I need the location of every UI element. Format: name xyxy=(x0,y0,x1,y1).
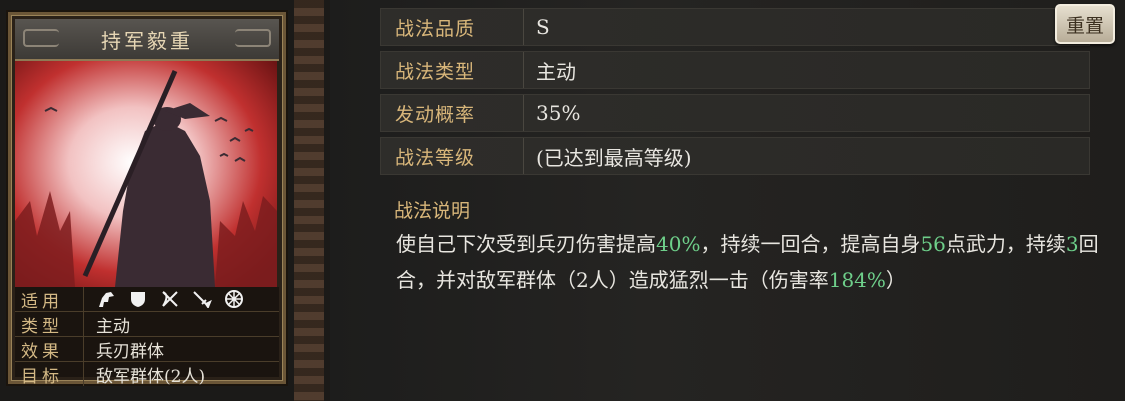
skill-stats-table: 适用 类型 主动 效果 兵刃群体 目标 敌军群体(2人) xyxy=(15,287,279,387)
skill-card-title-bar: 持军毅重 xyxy=(15,19,279,61)
detail-row-type: 战法类型 主动 xyxy=(380,51,1090,89)
stat-value: 兵刃群体 xyxy=(96,341,164,362)
stat-row-target: 目标 敌军群体(2人) xyxy=(15,362,279,387)
detail-value: S xyxy=(536,15,550,39)
highlight-value: 40% xyxy=(656,232,701,256)
detail-row-trigger-rate: 发动概率 35% xyxy=(380,94,1090,132)
stat-row-type: 类型 主动 xyxy=(15,312,279,337)
stat-key: 类型 xyxy=(15,312,84,337)
reset-button[interactable]: 重置 xyxy=(1055,4,1115,44)
stat-value: 主动 xyxy=(96,316,130,337)
stat-value: 敌军群体(2人) xyxy=(96,366,206,387)
highlight-value: 56 xyxy=(920,232,946,256)
description-text: ） xyxy=(885,268,906,292)
stat-key: 适用 xyxy=(15,287,84,312)
skill-name: 持军毅重 xyxy=(101,28,193,53)
description-text: 点武力，持续 xyxy=(945,232,1066,256)
unit-type-icons xyxy=(84,289,246,309)
detail-row-level: 战法等级 (已达到最高等级) xyxy=(380,137,1090,175)
skill-description: 使自己下次受到兵刃伤害提高40%，持续一回合，提高自身56点武力，持续3回合，并… xyxy=(396,226,1116,298)
title-ornament-right xyxy=(235,29,271,47)
stat-row-applicable: 适用 xyxy=(15,287,279,312)
highlight-value: 184% xyxy=(828,268,886,292)
stat-key: 目标 xyxy=(15,362,84,387)
skill-artwork xyxy=(15,61,279,287)
chariot-wheel-icon xyxy=(222,289,246,309)
stat-key: 效果 xyxy=(15,337,84,362)
description-text: 使自己下次受到兵刃伤害提高 xyxy=(396,232,656,256)
detail-value: (已达到最高等级) xyxy=(536,145,692,170)
description-title: 战法说明 xyxy=(394,200,471,222)
detail-value: 35% xyxy=(536,101,581,125)
detail-row-quality: 战法品质 S xyxy=(380,8,1090,46)
skill-detail-panel: 战法品质 S 战法类型 主动 发动概率 35% 战法等级 (已达到最高等级) 重… xyxy=(330,0,1125,401)
detail-key: 战法等级 xyxy=(381,138,524,174)
title-ornament-left xyxy=(23,29,59,47)
skill-card: 持军毅重 适用 类型 主动 效果 兵刃群体 目标 敌军群体(2人) xyxy=(8,12,286,387)
shield-icon xyxy=(126,289,150,309)
highlight-value: 3 xyxy=(1065,232,1079,256)
cavalry-icon xyxy=(94,289,118,309)
detail-key: 发动概率 xyxy=(381,95,524,131)
detail-value: 主动 xyxy=(536,59,576,84)
bow-icon xyxy=(158,289,182,309)
warrior-silhouette-artwork xyxy=(15,61,277,287)
detail-key: 战法类型 xyxy=(381,52,524,88)
decorative-divider-strip xyxy=(294,0,324,401)
stat-row-effect: 效果 兵刃群体 xyxy=(15,337,279,362)
spear-icon xyxy=(190,289,214,309)
description-text: ，持续一回合，提高自身 xyxy=(700,232,921,256)
detail-key: 战法品质 xyxy=(381,9,524,45)
